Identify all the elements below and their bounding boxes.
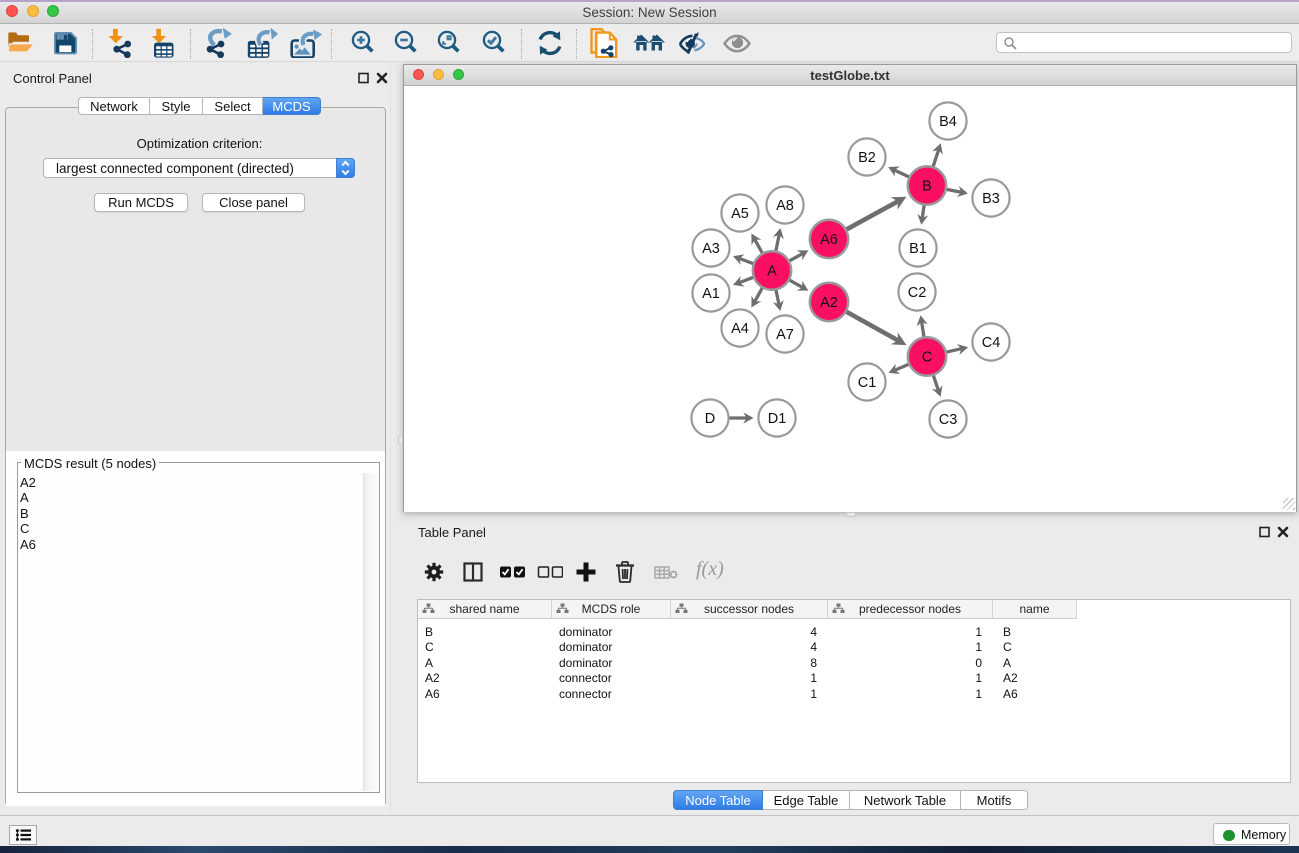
svg-text:B4: B4 — [939, 114, 957, 130]
svg-text:C3: C3 — [939, 412, 958, 428]
svg-text:B2: B2 — [858, 150, 876, 166]
svg-text:A4: A4 — [731, 321, 749, 337]
svg-text:C: C — [922, 350, 932, 366]
svg-text:A7: A7 — [776, 327, 794, 343]
svg-text:A3: A3 — [702, 241, 720, 257]
svg-text:B: B — [922, 179, 932, 195]
svg-text:C2: C2 — [908, 285, 927, 301]
svg-text:D1: D1 — [768, 411, 787, 427]
svg-text:B3: B3 — [982, 191, 1000, 207]
svg-text:A6: A6 — [820, 232, 838, 248]
svg-text:A: A — [767, 264, 777, 280]
svg-text:D: D — [705, 411, 715, 427]
svg-text:A2: A2 — [820, 295, 838, 311]
svg-text:A1: A1 — [702, 286, 720, 302]
svg-text:A8: A8 — [776, 198, 794, 214]
svg-text:A5: A5 — [731, 206, 749, 222]
svg-text:B1: B1 — [909, 241, 927, 257]
svg-text:C4: C4 — [982, 335, 1001, 351]
svg-text:C1: C1 — [858, 375, 877, 391]
